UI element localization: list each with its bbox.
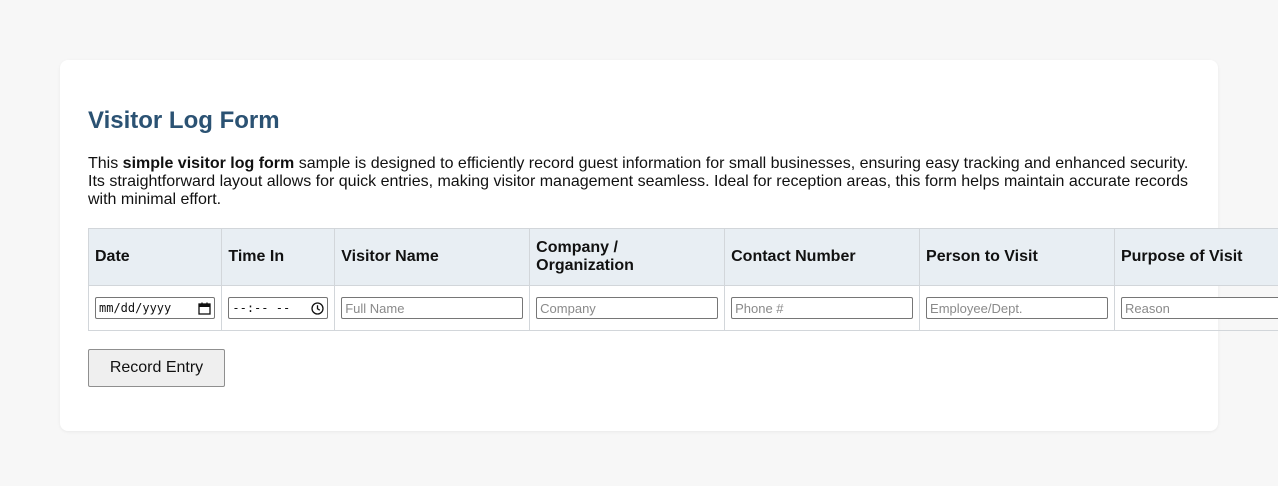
- cell-company: [529, 285, 726, 331]
- visitor-table: Date Time In Visitor Name Company / Orga…: [88, 228, 1278, 331]
- cell-purpose: [1113, 285, 1278, 331]
- company-input[interactable]: [536, 297, 719, 319]
- intro-bold: simple visitor log form: [122, 155, 295, 172]
- calendar-icon[interactable]: [198, 302, 212, 315]
- intro-prefix: This: [88, 155, 123, 172]
- time-input[interactable]: --:-- --: [228, 297, 329, 319]
- clock-icon[interactable]: [311, 301, 324, 315]
- cell-person-to-visit: [919, 285, 1115, 331]
- record-entry-button[interactable]: Record Entry: [88, 349, 225, 387]
- person-to-visit-input[interactable]: [926, 297, 1108, 319]
- column-header-contact-number: Contact Number: [724, 228, 921, 286]
- page-title: Visitor Log Form: [88, 107, 280, 134]
- column-header-date: Date: [88, 228, 223, 286]
- column-header-person-to-visit: Person to Visit: [919, 228, 1115, 286]
- table-row: mm/dd/yyyy --:-- -- Full Name Company Ph…: [88, 285, 1278, 331]
- column-header-visitor-name: Visitor Name: [334, 228, 531, 286]
- cell-time-in: --:-- --: [221, 285, 336, 331]
- purpose-input[interactable]: [1120, 297, 1278, 319]
- column-header-time-in: Time In: [221, 228, 336, 286]
- column-header-company: Company / Organization: [529, 228, 726, 286]
- table-header-row: Date Time In Visitor Name Company / Orga…: [88, 228, 1278, 286]
- time-input-value: --:-- --: [232, 301, 291, 315]
- date-input-value: mm/dd/yyyy: [99, 301, 172, 315]
- visitor-table-wrapper: Date Time In Visitor Name Company / Orga…: [88, 228, 1278, 331]
- column-header-purpose: Purpose of Visit: [1113, 228, 1278, 286]
- contact-number-input[interactable]: [731, 297, 914, 319]
- date-input[interactable]: mm/dd/yyyy: [95, 297, 216, 319]
- form-card: Visitor Log Form This simple visitor log…: [60, 60, 1278, 431]
- cell-visitor-name: [334, 285, 531, 331]
- visitor-name-input[interactable]: [341, 297, 524, 319]
- cell-date: mm/dd/yyyy: [88, 285, 223, 331]
- cell-contact-number: [724, 285, 921, 331]
- intro-paragraph: This simple visitor log form sample is d…: [88, 155, 1198, 209]
